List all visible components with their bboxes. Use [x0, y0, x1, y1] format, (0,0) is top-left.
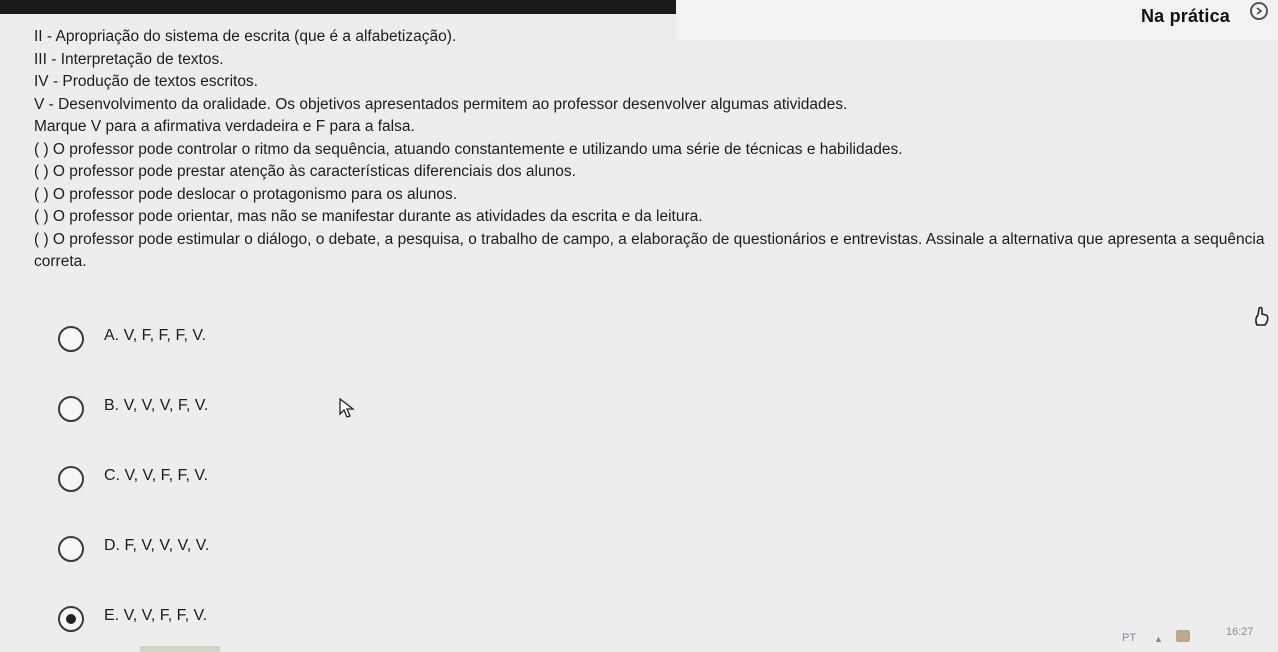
question-line: III - Interpretação de textos. [34, 50, 224, 68]
option-label: D. F, V, V, V, V. [104, 537, 210, 554]
option-label: A. V, F, F, F, V. [104, 327, 206, 344]
option-a[interactable]: A. V, F, F, F, V. [58, 322, 358, 352]
hand-icon [1252, 305, 1270, 329]
option-d[interactable]: D. F, V, V, V, V. [58, 532, 358, 562]
question-line: Marque V para a afirmativa verdadeira e … [34, 118, 415, 135]
option-label: B. V, V, V, F, V. [104, 397, 209, 414]
taskbar-item[interactable] [140, 646, 220, 652]
statement-line: ( ) O professor pode orientar, mas não s… [34, 208, 703, 225]
language-indicator[interactable]: PT [1122, 632, 1136, 644]
clock[interactable]: 16:27 [1226, 626, 1254, 638]
option-e[interactable]: E. V, V, F, F, V. [58, 602, 358, 632]
tray-caret-icon[interactable]: ▲ [1154, 634, 1163, 644]
option-c[interactable]: C. V, V, F, F, V. [58, 462, 358, 492]
tray-app-icon[interactable] [1176, 630, 1190, 642]
statement-line: ( ) O professor pode deslocar o protagon… [34, 185, 458, 203]
radio-button[interactable] [58, 466, 84, 492]
mouse-pointer-icon [338, 397, 356, 424]
radio-button[interactable] [58, 326, 84, 352]
radio-button-selected[interactable] [58, 606, 84, 632]
question-line: II - Apropriação do sistema de escrita (… [34, 28, 457, 45]
section-title: Na prática [1140, 6, 1230, 26]
statement-line: ( ) O professor pode controlar o ritmo d… [34, 140, 903, 158]
question-line: V - Desenvolvimento da oralidade. Os obj… [34, 95, 848, 113]
statement-line: ( ) O professor pode prestar atenção às … [34, 163, 576, 180]
question-line: IV - Produção de textos escritos. [34, 73, 258, 90]
option-b[interactable]: B. V, V, V, F, V. [58, 392, 358, 422]
question-text: II - Apropriação do sistema de escrita (… [34, 26, 1274, 274]
chevron-circle-icon[interactable] [1250, 2, 1268, 20]
radio-button[interactable] [58, 396, 84, 422]
option-label: E. V, V, F, F, V. [104, 607, 208, 624]
option-label: C. V, V, F, F, V. [104, 467, 209, 484]
statement-line: ( ) O professor pode estimular o diálogo… [34, 230, 1265, 271]
radio-button[interactable] [58, 536, 84, 562]
